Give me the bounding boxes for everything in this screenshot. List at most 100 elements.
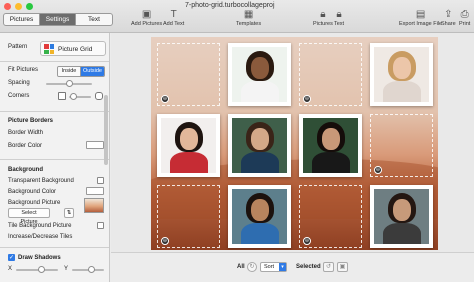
photo-tile[interactable] <box>370 43 433 106</box>
templates-button[interactable]: ▦ Templates <box>236 9 261 27</box>
square-corners-icon[interactable] <box>58 92 66 100</box>
inc-dec-tiles-label: Increase/Decrease Tiles <box>8 234 73 240</box>
fit-pictures-control: Inside Outside <box>57 66 105 77</box>
face <box>393 57 411 79</box>
face <box>322 128 340 150</box>
tab-text[interactable]: Text <box>76 14 112 25</box>
face <box>251 57 269 79</box>
border-color-label: Border Color <box>8 143 43 149</box>
bg-color-label: Background Color <box>8 189 57 195</box>
image-icon: ▣ <box>141 9 152 20</box>
empty-tile[interactable]: ⊖ <box>370 114 433 177</box>
close-window-button[interactable] <box>4 3 11 10</box>
collage-canvas[interactable]: ⊖ ⊖ ⊖ ⊖ ⊖ <box>151 37 438 250</box>
pictures-lock-label: Pictures <box>313 21 333 27</box>
photo-tile[interactable] <box>228 43 291 106</box>
shirt <box>383 81 421 102</box>
print-label: Print <box>459 21 471 27</box>
pattern-selector[interactable]: Picture Grid <box>40 41 106 56</box>
add-pictures-label: Add Pictures <box>131 21 163 27</box>
spacing-slider-knob[interactable] <box>66 80 73 87</box>
corners-label: Corners <box>8 93 30 99</box>
tile-edit-icon[interactable]: ⊖ <box>161 237 169 245</box>
draw-shadows-checkbox[interactable]: ✓ <box>8 254 15 261</box>
tile-edit-icon[interactable]: ⊖ <box>303 95 311 103</box>
tile-edit-icon[interactable]: ⊖ <box>161 95 169 103</box>
sidebar-scrollbar[interactable] <box>104 95 108 165</box>
share-button[interactable]: ⇪ Share <box>441 9 456 27</box>
border-width-label: Border Width <box>8 130 44 136</box>
add-text-button[interactable]: T Add Text <box>163 9 184 27</box>
sort-label: Sort <box>264 264 275 270</box>
face <box>251 128 269 150</box>
empty-tile[interactable]: ⊖ <box>299 185 362 248</box>
sort-dropdown[interactable]: Sort ▾ <box>260 262 287 272</box>
shirt <box>383 223 421 244</box>
chevron-down-icon: ▾ <box>279 263 286 271</box>
shadow-x-slider-knob[interactable] <box>38 266 45 273</box>
portrait-photo <box>161 118 216 173</box>
portrait-photo <box>232 189 287 244</box>
select-picture-button[interactable]: Select Picture <box>8 208 50 225</box>
photo-tile[interactable] <box>299 114 362 177</box>
zoom-window-button[interactable] <box>26 3 33 10</box>
divider <box>0 111 109 112</box>
text-lock-label: Text <box>334 21 345 27</box>
fit-outside-option[interactable]: Outside <box>81 67 104 76</box>
shadow-y-label: Y <box>64 266 69 272</box>
rounded-corners-icon[interactable] <box>95 92 103 100</box>
tile-edit-icon[interactable]: ⊖ <box>374 166 382 174</box>
empty-tile[interactable]: ⊖ <box>299 43 362 106</box>
empty-tile[interactable]: ⊖ <box>157 43 220 106</box>
border-color-well[interactable] <box>86 141 104 149</box>
lock-text-button[interactable]: 🔒︎ Text <box>334 9 344 27</box>
export-image-button[interactable]: ▤ Export Image File <box>399 9 442 27</box>
pattern-grid-icon <box>44 44 54 54</box>
tab-pictures[interactable]: Pictures <box>4 14 40 25</box>
tile-bg-checkbox[interactable] <box>97 222 104 229</box>
corners-slider-knob[interactable] <box>70 93 77 100</box>
lock-icon: 🔒︎ <box>320 9 326 20</box>
photo-tile[interactable] <box>370 185 433 248</box>
face <box>251 199 269 221</box>
bg-color-well[interactable] <box>86 187 104 195</box>
shadow-x-label: X <box>8 266 13 272</box>
portrait-photo <box>374 47 429 102</box>
photo-tile[interactable] <box>157 114 220 177</box>
divider <box>0 61 109 62</box>
templates-label: Templates <box>236 21 262 27</box>
minimize-window-button[interactable] <box>15 3 22 10</box>
image-icon[interactable]: ▣ <box>337 262 348 272</box>
portrait-photo <box>232 118 287 173</box>
refresh-icon[interactable]: ↻ <box>247 262 257 272</box>
shirt <box>312 152 350 173</box>
bg-picture-thumbnail[interactable] <box>84 198 104 213</box>
window-controls <box>4 3 33 10</box>
pattern-value: Picture Grid <box>58 46 93 53</box>
tile-edit-icon[interactable]: ⊖ <box>303 237 311 245</box>
text-icon: T <box>170 9 177 20</box>
tab-settings[interactable]: Settings <box>40 14 76 25</box>
share-icon: ⇪ <box>444 9 453 20</box>
swap-icon[interactable]: ⇅ <box>64 208 74 218</box>
toolbar: 7-photo-grid.turbocollageproj Pictures S… <box>0 0 474 33</box>
photo-tile[interactable] <box>228 185 291 248</box>
lock-icon: 🔒︎ <box>336 9 342 20</box>
shadow-x-slider[interactable] <box>16 269 58 271</box>
add-text-label: Add Text <box>163 21 185 27</box>
empty-tile[interactable]: ⊖ <box>157 185 220 248</box>
print-button[interactable]: ⎙ Print <box>459 9 470 27</box>
share-label: Share <box>441 21 456 27</box>
portrait-photo <box>232 47 287 102</box>
shirt <box>241 81 279 102</box>
lock-pictures-button[interactable]: 🔒︎ Pictures <box>313 9 333 27</box>
selected-label: Selected <box>296 264 321 270</box>
shadow-y-slider-knob[interactable] <box>88 266 95 273</box>
add-pictures-button[interactable]: ▣ Add Pictures <box>131 9 162 27</box>
photo-tile[interactable] <box>228 114 291 177</box>
transparent-bg-checkbox[interactable] <box>97 177 104 184</box>
face <box>393 199 411 221</box>
fit-inside-option[interactable]: Inside <box>58 67 81 76</box>
settings-sidebar: Pattern Picture Grid Fit Pictures Inside… <box>0 33 110 282</box>
rotate-icon[interactable]: ↺ <box>323 262 334 272</box>
